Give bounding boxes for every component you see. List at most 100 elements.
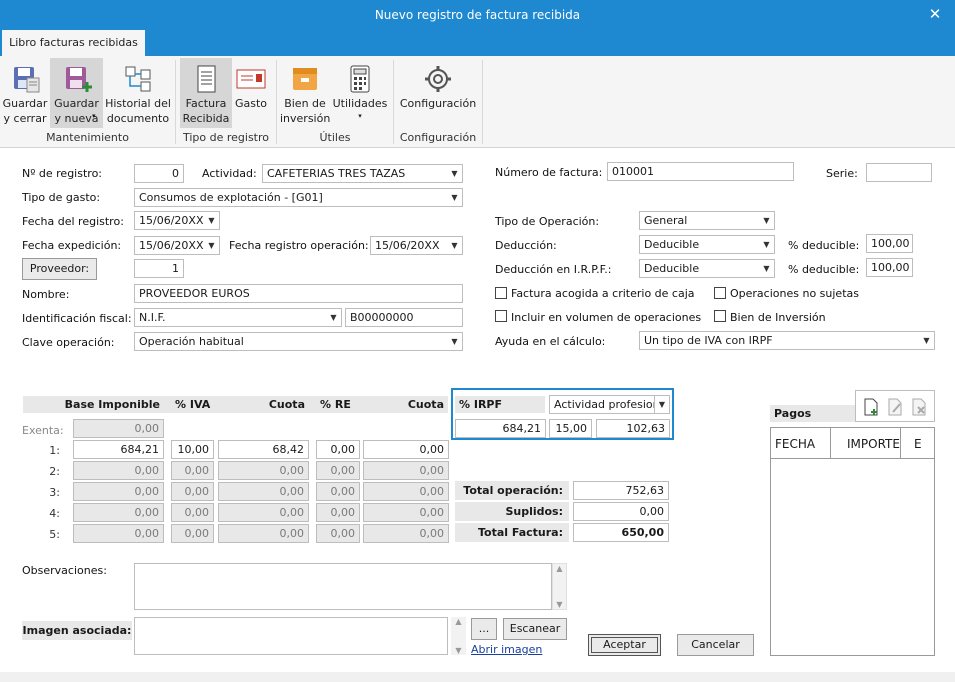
investment-icon	[293, 68, 317, 90]
pagos-table[interactable]	[770, 427, 935, 656]
irpf-tipo-select[interactable]: Actividad profesior ▼	[549, 395, 670, 414]
irpf-label: % IRPF	[455, 396, 545, 413]
configuracion-button[interactable]: Configuración	[398, 58, 478, 128]
clave-op-select[interactable]: Operación habitual ▼	[134, 332, 463, 351]
imagen-input[interactable]	[134, 617, 448, 655]
abrir-imagen-link[interactable]: Abrir imagen	[471, 643, 542, 656]
chevron-up-icon[interactable]: ▲	[553, 564, 566, 573]
cuota-re-input[interactable]: 0,00	[363, 503, 449, 522]
browse-button[interactable]: ...	[471, 618, 497, 640]
tipo-gasto-select[interactable]: Consumos de explotación - [G01] ▼	[134, 188, 463, 207]
gasto-button[interactable]: Gasto	[233, 58, 269, 128]
fecha-expedicion-input[interactable]: 15/06/20XX ▼	[134, 236, 220, 255]
num-factura-input[interactable]: 010001	[607, 162, 794, 181]
cuota-input[interactable]: 0,00	[218, 503, 309, 522]
cuota-input[interactable]: 68,42	[218, 440, 309, 459]
base-input[interactable]: 0,00	[73, 503, 164, 522]
iva-input[interactable]: 0,00	[171, 461, 214, 480]
iva-input[interactable]: 0,00	[171, 482, 214, 501]
fecha-reg-op-input[interactable]: 15/06/20XX ▼	[370, 236, 463, 255]
aceptar-button[interactable]: Aceptar	[588, 634, 661, 656]
delete-document-icon[interactable]	[911, 398, 927, 416]
re-input[interactable]: 0,00	[316, 461, 360, 480]
suplidos-input[interactable]: 0,00	[573, 502, 669, 521]
ident-tipo-select[interactable]: N.I.F. ▼	[134, 308, 342, 327]
cuota-input[interactable]: 0,00	[218, 482, 309, 501]
fecha-registro-input[interactable]: 15/06/20XX ▼	[134, 211, 220, 230]
criterio-caja-checkbox[interactable]	[495, 287, 507, 299]
bien-inversion-checkbox[interactable]	[714, 310, 726, 322]
proveedor-button[interactable]: Proveedor:	[22, 258, 97, 280]
nombre-input[interactable]: PROVEEDOR EUROS	[134, 284, 463, 303]
exenta-input[interactable]: 0,00	[73, 419, 164, 438]
base-input[interactable]: 0,00	[73, 524, 164, 543]
cancelar-button[interactable]: Cancelar	[677, 634, 754, 656]
guardar-cerrar-label: Guardar y cerrar	[2, 97, 48, 125]
deduccion-select[interactable]: Deducible ▼	[639, 235, 775, 254]
ayuda-calculo-value: Un tipo de IVA con IRPF	[644, 334, 773, 347]
iva-input[interactable]: 10,00	[171, 440, 214, 459]
proveedor-input[interactable]: 1	[134, 259, 184, 278]
row-label: 5:	[49, 528, 60, 541]
chevron-up-icon[interactable]: ▲	[451, 617, 466, 626]
total-factura-label: Total Factura:	[455, 523, 569, 542]
serie-input[interactable]	[866, 163, 932, 182]
pct-deducible2-input[interactable]: 100,00	[866, 258, 913, 277]
cuota-re-input[interactable]: 0,00	[363, 482, 449, 501]
re-input[interactable]: 0,00	[316, 524, 360, 543]
pagos-col-divider	[900, 428, 901, 459]
volumen-checkbox[interactable]	[495, 310, 507, 322]
chevron-down-icon: ▼	[759, 236, 774, 253]
tipo-operacion-value: General	[644, 214, 688, 227]
total-operacion-value: 752,63	[573, 481, 669, 500]
re-input[interactable]: 0,00	[316, 503, 360, 522]
cuota-re-input[interactable]: 0,00	[363, 440, 449, 459]
pagos-toolbar	[855, 390, 935, 422]
historial-button[interactable]: Historial del documento	[105, 58, 171, 128]
no-sujetas-checkbox[interactable]	[714, 287, 726, 299]
ayuda-calculo-select[interactable]: Un tipo de IVA con IRPF ▼	[639, 331, 935, 350]
chevron-down-icon[interactable]: ▼	[553, 600, 566, 609]
n-registro-label: Nº de registro:	[22, 167, 103, 180]
re-input[interactable]: 0,00	[316, 482, 360, 501]
deduccion-irpf-select[interactable]: Deducible ▼	[639, 259, 775, 278]
utilidades-button[interactable]: Utilidades ▾	[332, 58, 388, 128]
iva-input[interactable]: 0,00	[171, 503, 214, 522]
cuota-re-input[interactable]: 0,00	[363, 461, 449, 480]
utilidades-label: Utilidades	[332, 97, 388, 110]
tipo-gasto-label: Tipo de gasto:	[22, 191, 101, 204]
actividad-select[interactable]: CAFETERIAS TRES TAZAS ▼	[262, 164, 463, 183]
iva-input[interactable]: 0,00	[171, 524, 214, 543]
escanear-button[interactable]: Escanear	[503, 618, 567, 640]
tab-libro-facturas[interactable]: Libro facturas recibidas	[2, 30, 145, 56]
re-input[interactable]: 0,00	[316, 440, 360, 459]
observaciones-scrollbar[interactable]: ▲ ▼	[552, 563, 567, 610]
pct-deducible-input[interactable]: 100,00	[866, 234, 913, 253]
base-input[interactable]: 684,21	[73, 440, 164, 459]
guardar-cerrar-button[interactable]: Guardar y cerrar	[2, 58, 48, 128]
n-registro-input[interactable]: 0	[134, 164, 184, 183]
factura-recibida-button[interactable]: Factura Recibida	[180, 58, 232, 128]
hdr-cuota-re: Cuota	[362, 396, 448, 413]
cuota-re-input[interactable]: 0,00	[363, 524, 449, 543]
expense-icon	[236, 69, 266, 89]
base-input[interactable]: 0,00	[73, 482, 164, 501]
imagen-scrollbar[interactable]: ▲ ▼	[451, 617, 466, 655]
irpf-pct-input[interactable]: 15,00	[549, 419, 592, 438]
observaciones-textarea[interactable]	[134, 563, 552, 610]
irpf-base-input[interactable]: 684,21	[455, 419, 546, 438]
close-icon[interactable]: ✕	[925, 0, 945, 30]
bien-inversion-button[interactable]: Bien de inversión	[280, 58, 330, 128]
irpf-cuota-input[interactable]: 102,63	[596, 419, 670, 438]
ident-num-input[interactable]: B00000000	[345, 308, 463, 327]
edit-document-icon[interactable]	[887, 398, 903, 416]
pagos-title: Pagos	[770, 405, 856, 422]
cuota-input[interactable]: 0,00	[218, 461, 309, 480]
tipo-operacion-select[interactable]: General ▼	[639, 211, 775, 230]
base-input[interactable]: 0,00	[73, 461, 164, 480]
cuota-input[interactable]: 0,00	[218, 524, 309, 543]
new-document-icon[interactable]	[863, 398, 879, 416]
chevron-down-icon[interactable]: ▼	[451, 646, 466, 655]
total-factura-value: 650,00	[573, 523, 669, 542]
group-configuracion: Configuración	[399, 131, 477, 144]
